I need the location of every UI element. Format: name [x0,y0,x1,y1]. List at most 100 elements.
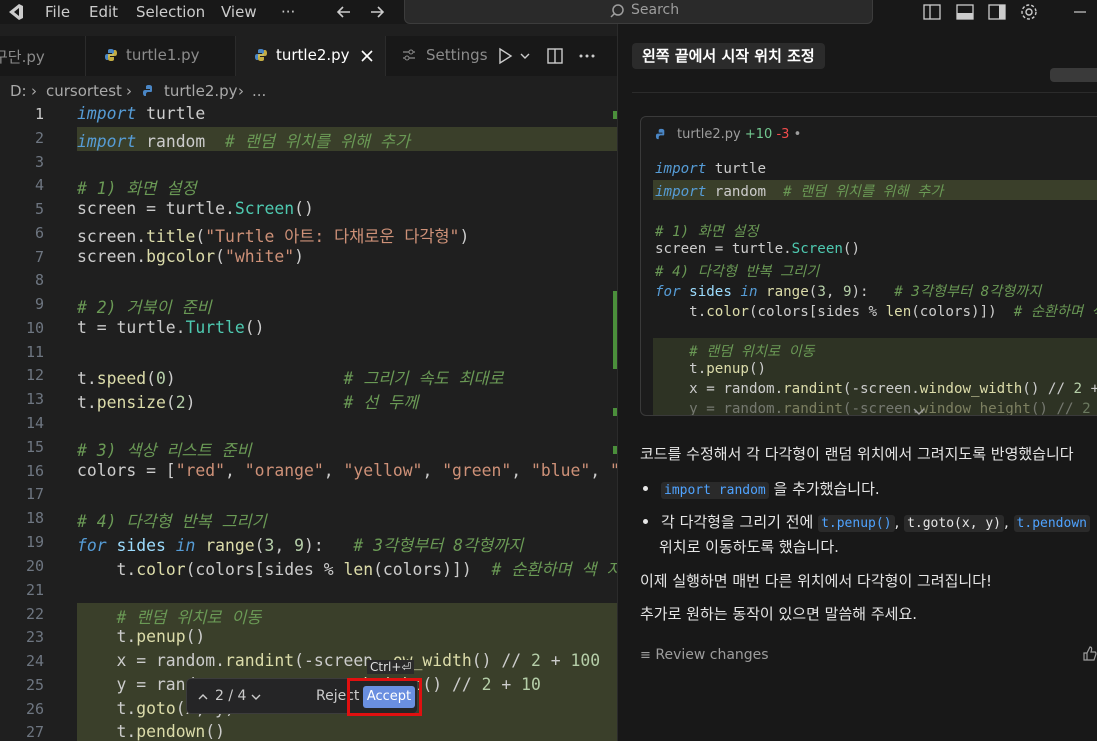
line-number: 12 [25,366,44,384]
code-token: () // [471,651,531,670]
code-token: Screen [234,199,295,218]
run-icon[interactable] [496,47,514,65]
code-token: () // [1030,401,1083,416]
code-token: (colors)]) [373,560,472,579]
line-number: 13 [25,390,44,408]
code-comment: # 랜덤 위치로 이동 [655,344,815,360]
card-code-line: for sides in range(3, 9): # 3각형부터 8각형까지 [655,281,1041,301]
line-number: 23 [25,628,44,646]
code-token: randint [783,381,843,397]
card-code-line: y = random.randint(-screen.window_height… [655,401,1097,416]
python-file-icon [655,128,665,140]
bullet-text: 을 추가했습니다. [768,480,880,498]
tab-turtle2[interactable]: turtle2.py [236,36,386,76]
gear-icon[interactable] [1019,2,1039,22]
code-number: 2 [175,393,186,412]
toggle-primary-sidebar-icon[interactable] [922,2,942,22]
code-editor[interactable]: 1 import turtle 2 import random # 랜덤 위치를… [0,103,617,741]
card-code-line: x = random.randint(-screen.window_width(… [655,381,1097,401]
chevron-up-icon[interactable] [197,691,209,703]
code-comment: # 순환하며 색 [996,304,1097,320]
code-token: for [77,536,107,555]
line-number: 24 [25,652,44,670]
code-token: t. [77,560,137,579]
code-token: import [77,132,137,151]
tab-label: 구단.py [0,48,45,66]
tab-label: turtle1.py [126,46,200,64]
code-token: turtle [706,161,767,177]
search-label: Search [631,2,680,18]
card-code-line: t.penup() [655,361,766,381]
code-token: title [146,227,196,246]
menu-selection[interactable]: Selection [136,3,205,21]
minimize-icon[interactable] [1070,2,1090,22]
code-string: "orange" [244,461,324,480]
thumbs-up-icon[interactable] [1082,646,1097,661]
code-token: screen = turtle. [655,241,792,257]
review-changes-button[interactable]: ≡ Review changes [640,647,769,663]
code-token: + [540,651,571,670]
code-token: ) [165,369,176,388]
partial-button[interactable] [1050,68,1097,82]
code-token: screen = turtle. [77,199,235,218]
bullet-text: , [1004,513,1014,531]
code-number: 0 [155,369,166,388]
code-token: colors = [ [77,461,176,480]
code-line: 1 import turtle [0,103,617,127]
menu-file[interactable]: File [45,3,70,21]
code-token: x = random. [77,651,226,670]
chevron-down-icon[interactable] [250,691,262,703]
code-number: 9 [842,284,852,300]
line-number: 4 [34,176,44,194]
code-number: 2 [1073,381,1083,397]
forward-arrow-icon[interactable] [367,2,387,22]
code-line: 13 t.pensize(2) # 선 두께 [0,388,617,412]
breadcrumb-folder[interactable]: cursortest [46,82,122,100]
code-comment: # 순환하며 색 지 [471,560,617,579]
close-icon[interactable] [360,49,374,63]
accept-shortcut-hint: Ctrl+⏎ [367,660,415,674]
code-token: (-screen [294,651,374,670]
back-arrow-icon[interactable] [334,2,354,22]
breadcrumb-drive[interactable]: D: [10,82,27,100]
split-editor-icon[interactable] [546,47,564,65]
code-token: len [885,304,912,320]
code-token: randint [783,401,843,416]
code-line: 23 t.penup() [0,626,617,650]
code-token: ( [165,393,176,412]
chat-title[interactable]: 왼쪽 끝에서 시작 위치 조정 [632,43,825,69]
tab-gudan[interactable]: 구단.py [0,36,86,76]
command-search-box[interactable]: Search [404,0,873,24]
breadcrumb-file[interactable]: turtle2.py [164,82,238,100]
code-comment: # 랜덤 위치로 이동 [77,608,262,627]
code-line: 22 # 랜덤 위치로 이동 [0,603,617,627]
code-token: ) [459,227,470,246]
inline-code: t.pendown [1013,515,1090,532]
breadcrumb-more[interactable]: ... [252,82,266,100]
code-token: () // [422,675,482,694]
code-number: 100 [570,651,601,670]
tab-settings[interactable]: Settings [386,36,490,76]
toggle-panel-icon[interactable] [955,2,975,22]
more-actions-icon[interactable] [578,47,596,65]
card-header[interactable]: turtle2.py +10 -3 • [677,127,801,142]
expand-chevron-icon[interactable] [912,407,926,416]
code-token: ( [195,227,206,246]
code-token: sides [106,536,176,555]
code-line: 7 screen.bgcolor("white") [0,246,617,270]
menu-more[interactable]: ··· [281,3,295,21]
code-string: "yellow" [343,461,423,480]
menu-edit[interactable]: Edit [89,3,118,21]
toggle-secondary-sidebar-icon[interactable] [987,2,1007,22]
code-number: 3 [817,284,826,300]
tab-turtle1[interactable]: turtle1.py [86,36,236,76]
chevron-down-icon[interactable] [519,50,531,62]
code-token: t. [655,304,707,320]
card-code-line: t.color(colors[sides % len(colors)]) # 순… [655,301,1097,321]
chat-paragraph: 이제 실행하면 매번 다른 위치에서 다각형이 그려집니다! [640,572,993,590]
menu-view[interactable]: View [221,3,257,21]
code-string: "green" [442,461,512,480]
code-token: speed [96,369,147,388]
code-comment: # 랜덤 위치를 위해 추가 [766,184,944,200]
code-token: (colors[sides % [185,560,344,579]
